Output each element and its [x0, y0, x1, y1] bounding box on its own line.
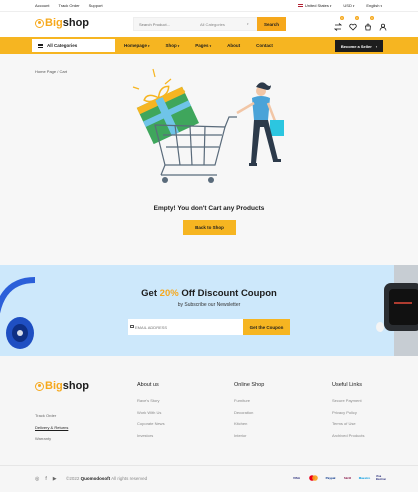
chevron-down-icon: ▾ — [247, 22, 249, 26]
logo-ring-icon — [35, 381, 44, 391]
empty-cart-illustration — [132, 68, 284, 183]
footer-column-title: About us — [137, 382, 159, 388]
nav-links: Homepage▾ Shop▾ Pages▾ About Contact — [124, 43, 273, 48]
chevron-down-icon: ▾ — [148, 44, 150, 48]
account-link[interactable]: Account — [35, 3, 49, 8]
footer-link[interactable]: Secure Payment — [332, 395, 364, 407]
chevron-down-icon: ▾ — [380, 4, 382, 8]
heart-icon — [349, 23, 357, 31]
us-flag-icon — [297, 4, 303, 8]
footer-link[interactable]: Decoration — [234, 407, 264, 419]
chevron-down-icon: ▾ — [209, 44, 212, 48]
footer-link[interactable]: Coporate News — [137, 418, 165, 430]
empty-cart-title: Empty! You don't Cart any Products — [153, 205, 265, 212]
bag-icon — [365, 23, 371, 31]
nav-item-contact[interactable]: Contact — [256, 43, 273, 48]
chevron-down-icon: ▾ — [352, 4, 355, 8]
search-button[interactable]: Search — [257, 17, 286, 31]
footer-column-online-shop: Online Shop Furniture Decoration Kitchen… — [234, 382, 264, 441]
search-category-select[interactable]: All Categories — [200, 22, 225, 27]
instagram-icon[interactable]: ◎ — [35, 476, 39, 482]
compare-count-badge: 0 — [340, 16, 344, 20]
coupon-subtitle: by Subscribe our Newsletter — [177, 302, 241, 308]
email-input[interactable] — [135, 322, 235, 332]
footer-link-delivery-returns[interactable]: Delivery & Returns — [35, 422, 68, 434]
get-coupon-button[interactable]: Get the Coupon — [243, 319, 290, 335]
copyright: ©2022 Quomodosoft All rights reserved — [66, 476, 148, 481]
country-select[interactable]: United States▾ — [297, 3, 332, 8]
language-select[interactable]: English▾ — [366, 3, 382, 8]
youtube-icon[interactable]: ▶ — [53, 476, 57, 482]
maestro-icon: Maestro — [358, 476, 371, 480]
search-input[interactable] — [134, 18, 198, 30]
envelope-icon — [130, 325, 134, 328]
footer-column-title: Useful Links — [332, 382, 362, 388]
cart-count-badge: 0 — [370, 16, 374, 20]
footer-column-title: Online Shop — [234, 382, 265, 388]
wishlist-button[interactable]: 0 — [349, 16, 359, 31]
all-categories-button[interactable]: All Categories — [32, 39, 115, 52]
support-link[interactable]: Support — [89, 3, 103, 8]
footer-left-links: Track Order Delivery & Returns Warranty — [35, 410, 68, 445]
compare-button[interactable]: 0 — [333, 16, 344, 31]
top-links: Account Track Order Support — [35, 3, 103, 8]
footer-logo[interactable]: Big shop — [35, 380, 89, 392]
header-icons: 0 0 0 — [333, 16, 387, 31]
account-button[interactable] — [379, 18, 387, 31]
paypal-icon: Paypal — [325, 476, 336, 480]
cart-button[interactable]: 0 — [364, 16, 374, 31]
newsletter-form: Get the Coupon — [128, 319, 290, 335]
user-icon — [379, 23, 387, 31]
coupon-title: Get 20% Off Discount Coupon — [141, 288, 277, 299]
footer-link[interactable]: Work With Us — [137, 407, 165, 419]
headphones-image — [0, 277, 36, 349]
currency-select[interactable]: USD▾ — [343, 3, 354, 8]
social-links: ◎ f ▶ — [35, 476, 57, 482]
locale-selectors: United States▾ USD▾ English▾ — [297, 3, 382, 8]
footer-link-warranty[interactable]: Warranty — [35, 433, 68, 445]
visa-electron-icon: Visa Electron — [376, 475, 387, 481]
nav-item-about[interactable]: About — [227, 43, 240, 48]
footer-link[interactable]: Investors — [137, 430, 165, 442]
chevron-right-icon: › — [375, 43, 378, 49]
logo[interactable]: Big shop — [35, 17, 89, 29]
newsletter-banner — [0, 265, 418, 356]
compare-icon — [333, 23, 343, 31]
visa-icon: VISA — [292, 476, 300, 480]
footer-link[interactable]: Furniture — [234, 395, 264, 407]
chevron-down-icon: ▾ — [329, 4, 332, 8]
track-order-link[interactable]: Track Order — [58, 3, 79, 8]
footer-link-track-order[interactable]: Track Order — [35, 410, 68, 422]
footer-column-useful-links: Useful Links Secure Payment Privacy Poli… — [332, 382, 364, 441]
wishlist-count-badge: 0 — [355, 16, 359, 20]
footer-link[interactable]: Archived Products — [332, 430, 364, 442]
logo-ring-icon — [35, 18, 44, 28]
nav-item-pages[interactable]: Pages▾ — [195, 43, 211, 48]
footer-link[interactable]: Kitchen — [234, 418, 264, 430]
back-to-shop-button[interactable]: Back to Shop — [183, 220, 236, 235]
footer-column-about: About us Rave's Story Work With Us Copor… — [137, 382, 165, 441]
footer-link[interactable]: Privacy Policy — [332, 407, 364, 419]
breadcrumb: Home Page / Cart — [35, 69, 68, 74]
footer-link[interactable]: Rave's Story — [137, 395, 165, 407]
search-bar: All Categories ▾ Search — [133, 17, 286, 31]
footer-link[interactable]: Terms of Use — [332, 418, 364, 430]
nav-item-homepage[interactable]: Homepage▾ — [124, 43, 150, 48]
chevron-down-icon: ▾ — [177, 44, 180, 48]
menu-icon — [38, 43, 43, 48]
footer-link[interactable]: Interior — [234, 430, 264, 442]
payment-methods: VISA Paypal Skrill Maestro Visa Electron — [291, 475, 387, 481]
mastercard-icon — [308, 475, 319, 481]
top-bar: Account Track Order Support United State… — [0, 0, 418, 12]
become-seller-button[interactable]: Become a Seller › — [335, 40, 383, 52]
facebook-icon[interactable]: f — [45, 476, 46, 482]
smartwatch-image — [376, 265, 418, 356]
skrill-icon: Skrill — [343, 476, 352, 480]
nav-item-shop[interactable]: Shop▾ — [166, 43, 180, 48]
